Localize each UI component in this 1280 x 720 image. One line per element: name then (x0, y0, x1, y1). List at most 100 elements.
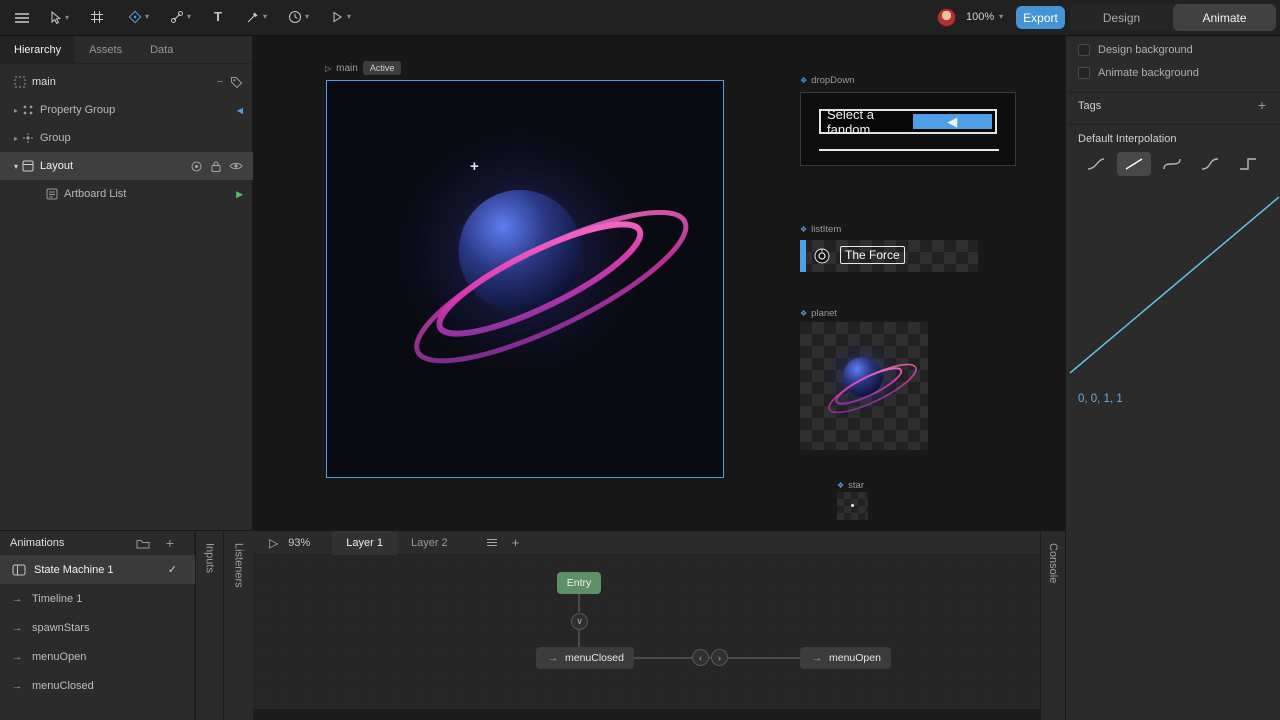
tab-layer-1[interactable]: Layer 1 (332, 530, 397, 555)
chevron-down-icon[interactable]: ▾ (187, 13, 191, 21)
lock-icon[interactable] (210, 160, 222, 173)
planet-component-label[interactable]: ❖ planet (800, 308, 837, 319)
bone-tool-button[interactable]: ▾ (170, 10, 191, 24)
interpolation-elastic-button[interactable] (1193, 152, 1227, 176)
solo-icon[interactable] (190, 160, 203, 173)
chevron-down-icon[interactable]: ▾ (347, 13, 351, 21)
animate-mode-button[interactable]: Animate (1173, 4, 1276, 31)
chevron-down-icon[interactable]: ▾ (263, 13, 267, 21)
interpolation-ease-button[interactable] (1079, 152, 1113, 176)
add-layer-icon[interactable]: + (512, 535, 520, 550)
hierarchy-row-label: Artboard List (64, 188, 127, 200)
checkbox[interactable] (1078, 44, 1090, 56)
artboard-name[interactable]: main (336, 63, 358, 74)
dropdown-component[interactable]: Select a fandom ◀ (800, 92, 1016, 166)
chevron-down-icon[interactable]: ▾ (145, 13, 149, 21)
menuopen-state-node[interactable]: → menuOpen (800, 647, 891, 669)
artboard-title-row[interactable]: ▷ main Active (325, 61, 402, 75)
tab-assets[interactable]: Assets (75, 36, 136, 63)
transition-left-port[interactable]: ‹ (692, 649, 709, 666)
planet-graphic (327, 81, 723, 477)
horizontal-scrollbar[interactable] (253, 709, 1040, 720)
add-animation-icon[interactable]: + (166, 535, 174, 551)
hierarchy-row-main[interactable]: main − (0, 68, 253, 96)
play-nested-artboard-icon[interactable]: ▶ (236, 189, 243, 200)
hierarchy-row-artboard-list[interactable]: Artboard List ▶ (0, 180, 253, 208)
add-tag-icon[interactable]: + (1258, 97, 1266, 113)
hierarchy-row-layout[interactable]: ▾ Layout (0, 152, 253, 180)
chevron-down-icon[interactable]: ▾ (10, 162, 22, 171)
entry-node[interactable]: Entry (557, 572, 601, 594)
curve-values: 0, 0, 1, 1 (1078, 393, 1123, 405)
transform-tool-button[interactable]: ▾ (128, 10, 149, 24)
play-artboard-icon[interactable]: ▷ (325, 64, 331, 73)
export-button[interactable]: Export (1016, 6, 1065, 29)
top-toolbar: ▾ ▾ ▾ T ▾ ▾ ▾ 100% ▾ Export Design Anima… (0, 0, 1280, 36)
tab-inputs[interactable]: Inputs (195, 530, 223, 720)
transition-right-port[interactable]: › (711, 649, 728, 666)
design-background-option[interactable]: Design background (1078, 44, 1193, 56)
chevron-right-icon[interactable]: ▸ (10, 106, 22, 115)
checkbox[interactable] (1078, 67, 1090, 79)
chevron-right-icon[interactable]: ▸ (10, 134, 22, 143)
tag-icon[interactable] (230, 76, 243, 89)
tab-layer-2[interactable]: Layer 2 (397, 531, 462, 555)
dropdown-arrow-button[interactable]: ◀ (912, 114, 992, 129)
stage-canvas[interactable]: ▷ main Active + ❖ dropDown Select a fand… (253, 36, 1065, 530)
chevron-down-icon[interactable]: ▾ (65, 13, 69, 22)
listitem-component[interactable]: The Force (800, 240, 978, 272)
group-icon (22, 132, 34, 144)
animation-item-state-machine[interactable]: State Machine 1 ✓ (0, 555, 195, 584)
graph-zoom-value[interactable]: 93% (288, 537, 310, 549)
animations-title: Animations (10, 537, 65, 549)
transition-condition-port[interactable]: ∨ (571, 613, 588, 630)
listitem-component-label[interactable]: ❖ listItem (800, 224, 841, 235)
knife-tool-button[interactable]: ▾ (246, 10, 267, 24)
planet-graphic (800, 322, 928, 450)
artboard-tool-button[interactable] (90, 10, 104, 24)
interpolation-section-title: Default Interpolation (1078, 133, 1177, 145)
dropdown-component-label[interactable]: ❖ dropDown (800, 75, 854, 86)
folder-icon[interactable] (136, 538, 150, 549)
select-tool-button[interactable]: ▾ (48, 10, 69, 25)
timer-tool-button[interactable]: ▾ (288, 10, 309, 24)
main-artboard[interactable] (326, 80, 724, 478)
interpolation-linear-button[interactable] (1117, 152, 1151, 176)
design-background-label: Design background (1098, 44, 1193, 56)
animate-background-label: Animate background (1098, 67, 1199, 79)
menuclosed-state-node[interactable]: → menuClosed (536, 647, 634, 669)
hamburger-menu-icon[interactable] (14, 12, 30, 24)
star-component-label[interactable]: ❖ star (837, 480, 864, 491)
animation-item-menuclosed[interactable]: → menuClosed (0, 671, 195, 700)
design-mode-button[interactable]: Design (1070, 4, 1173, 31)
collapse-icon[interactable]: − (217, 76, 223, 88)
scroll-to-icon[interactable]: ◀ (237, 106, 243, 115)
star-component[interactable] (837, 492, 868, 520)
animate-background-option[interactable]: Animate background (1078, 67, 1199, 79)
tab-listeners[interactable]: Listeners (223, 530, 253, 720)
animation-item-menuopen[interactable]: → menuOpen (0, 642, 195, 671)
listitem-text[interactable]: The Force (840, 246, 905, 264)
tab-data[interactable]: Data (136, 36, 187, 63)
chevron-down-icon[interactable]: ▾ (305, 13, 309, 21)
state-machine-panel[interactable]: ▷ 93% Layer 1 Layer 2 + Entry ∨ → menuCl… (253, 530, 1040, 720)
hierarchy-row-property-group[interactable]: ▸ Property Group ◀ (0, 96, 253, 124)
zoom-control[interactable]: 100% ▾ (966, 11, 1003, 23)
interpolation-curve-editor[interactable] (1066, 185, 1280, 395)
user-avatar[interactable] (937, 8, 956, 27)
trigger-tool-button[interactable]: ▾ (330, 10, 351, 24)
active-badge: Active (362, 61, 402, 75)
layer-list-icon[interactable] (486, 538, 498, 547)
interpolation-hold-button[interactable] (1231, 152, 1265, 176)
eye-icon[interactable] (229, 161, 243, 171)
interpolation-cubic-button[interactable] (1155, 152, 1189, 176)
dropdown-input[interactable]: Select a fandom ◀ (819, 107, 997, 137)
planet-component[interactable] (800, 322, 928, 450)
animation-item-spawnstars[interactable]: → spawnStars (0, 613, 195, 642)
tab-hierarchy[interactable]: Hierarchy (0, 36, 76, 63)
animation-item-timeline[interactable]: → Timeline 1 (0, 584, 195, 613)
play-button[interactable]: ▷ (269, 536, 278, 550)
tab-console[interactable]: Console (1040, 530, 1065, 720)
text-tool-button[interactable]: T (214, 9, 222, 24)
hierarchy-row-group[interactable]: ▸ Group (0, 124, 253, 152)
